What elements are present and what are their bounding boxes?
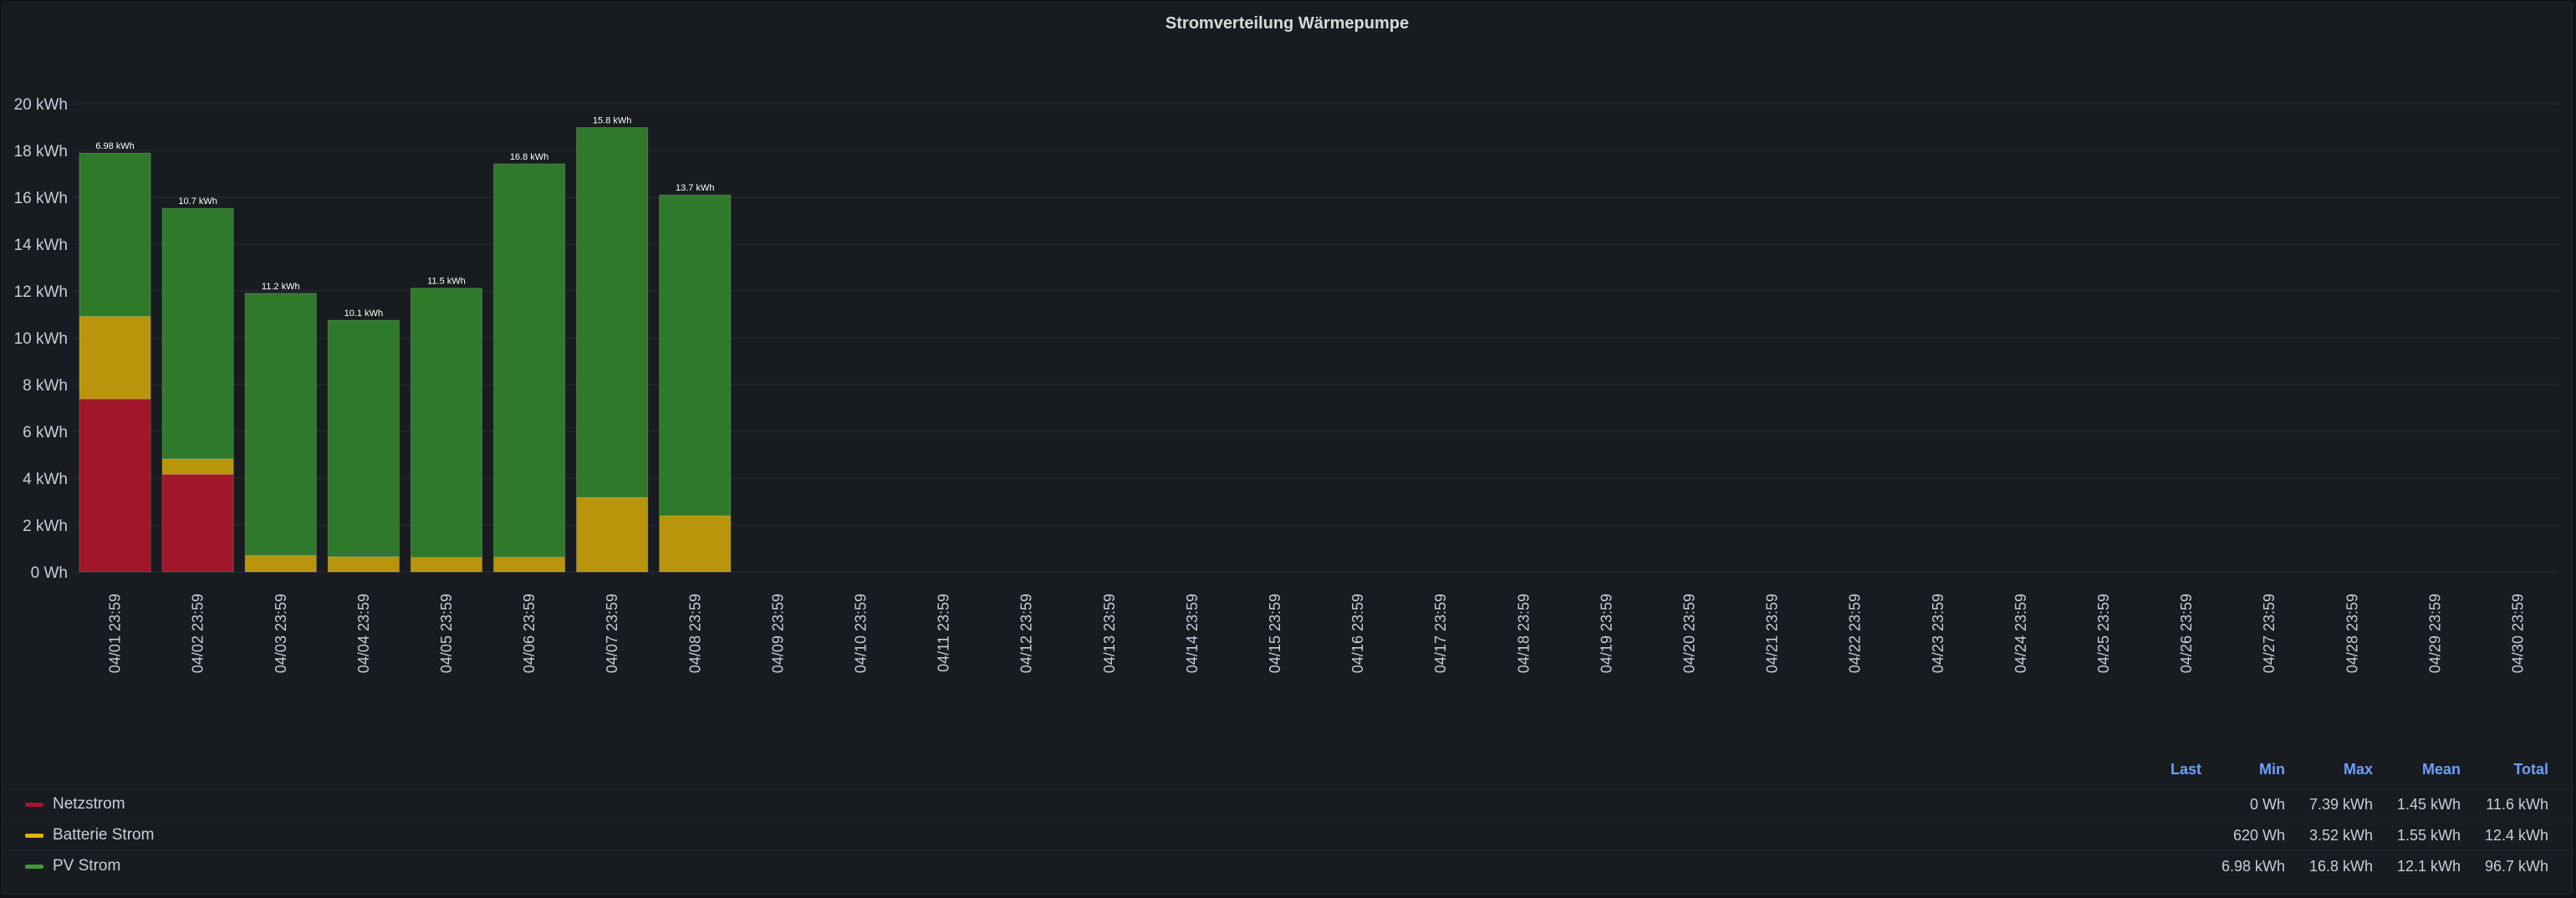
legend-max: 3.52 kWh: [2308, 827, 2373, 844]
y-tick-label: 18 kWh: [14, 143, 68, 161]
bar-batterie-strom: [79, 316, 151, 400]
x-tick-label: 04/08 23:59: [686, 594, 703, 673]
legend-header-min[interactable]: Min: [2227, 761, 2285, 778]
legend-mean: 1.45 kWh: [2396, 796, 2461, 813]
legend-header-mean[interactable]: Mean: [2402, 761, 2461, 778]
x-tick-label: 04/29 23:59: [2426, 594, 2443, 673]
bar-batterie-strom: [659, 515, 732, 573]
data-label: 13.7 kWh: [676, 183, 714, 193]
x-tick-label: 04/09 23:59: [769, 594, 786, 673]
legend-row-pv-strom[interactable]: PV Strom 6.98 kWh 16.8 kWh 12.1 kWh 96.7…: [3, 850, 2572, 882]
x-tick-label: 04/23 23:59: [1930, 594, 1946, 673]
x-tick-label: 04/21 23:59: [1764, 594, 1781, 673]
x-tick-label: 04/27 23:59: [2261, 594, 2278, 673]
y-tick-label: 4 kWh: [23, 471, 68, 488]
x-tick-label: 04/14 23:59: [1184, 594, 1201, 673]
y-tick-label: 6 kWh: [23, 424, 68, 441]
data-label: 10.7 kWh: [178, 196, 217, 207]
bar-pv-strom: [659, 194, 732, 517]
x-tick-label: 04/03 23:59: [273, 594, 289, 673]
bar-pv-strom: [327, 319, 400, 558]
data-label: 15.8 kWh: [593, 116, 631, 126]
legend-total: 96.7 kWh: [2484, 858, 2548, 875]
x-tick-label: 04/20 23:59: [1681, 594, 1697, 673]
x-tick-label: 04/26 23:59: [2178, 594, 2195, 673]
x-tick-label: 04/28 23:59: [2344, 594, 2360, 673]
x-tick-label: 04/25 23:59: [2095, 594, 2112, 673]
legend-header-total[interactable]: Total: [2490, 761, 2548, 778]
y-tick-label: 0 Wh: [31, 564, 68, 582]
bar-chart: 0 Wh 2 kWh 4 kWh 6 kWh 8 kWh 10 kWh 12 kWh 14 k…: [14, 96, 2559, 673]
x-tick-label: 04/02 23:59: [190, 594, 207, 673]
y-tick-label: 10 kWh: [14, 330, 68, 348]
y-tick-label: 8 kWh: [23, 377, 68, 395]
legend-total: 12.4 kWh: [2484, 827, 2548, 844]
bar-batterie-strom: [244, 554, 317, 573]
data-label: 16.8 kWh: [510, 152, 548, 162]
bar-batterie-strom: [327, 556, 400, 573]
pv-strom-color-swatch: [25, 865, 43, 869]
data-label: 11.2 kWh: [262, 282, 300, 292]
bar-pv-strom: [79, 152, 151, 318]
y-tick-label: 16 kWh: [14, 190, 68, 207]
data-label: 10.1 kWh: [344, 309, 383, 319]
bar-batterie-strom: [492, 556, 566, 573]
data-label: 11.5 kWh: [427, 277, 466, 287]
x-tick-label: 04/13 23:59: [1101, 594, 1118, 673]
legend-header-last[interactable]: Last: [2143, 761, 2201, 778]
data-label: 6.98 kWh: [95, 141, 134, 151]
legend-series-name[interactable]: Netzstrom: [53, 795, 125, 814]
bar-pv-strom: [492, 163, 566, 558]
bar-pv-strom: [410, 288, 483, 559]
legend-series-name[interactable]: PV Strom: [53, 857, 120, 875]
x-tick-label: 04/05 23:59: [438, 594, 455, 673]
legend-min: 0 Wh: [2249, 796, 2285, 813]
x-tick-label: 04/24 23:59: [2012, 594, 2029, 673]
y-tick-label: 12 kWh: [14, 283, 68, 301]
x-tick-label: 04/18 23:59: [1515, 594, 1532, 673]
x-tick-label: 04/06 23:59: [521, 594, 538, 673]
bar-pv-strom: [576, 127, 649, 498]
bar-batterie-strom: [410, 557, 483, 573]
legend-total: 11.6 kWh: [2486, 796, 2548, 813]
legend-max: 7.39 kWh: [2308, 796, 2373, 813]
x-tick-label: 04/19 23:59: [1598, 594, 1614, 673]
bar-netzstrom: [161, 473, 234, 573]
legend-row-batterie-strom[interactable]: Batterie Strom 620 Wh 3.52 kWh 1.55 kWh …: [3, 819, 2572, 851]
bar-netzstrom: [79, 398, 151, 573]
bar-batterie-strom: [576, 497, 649, 573]
batterie-strom-color-swatch: [25, 834, 43, 838]
legend-mean: 1.55 kWh: [2396, 827, 2461, 844]
legend-series-name[interactable]: Batterie Strom: [53, 826, 154, 844]
legend-max: 16.8 kWh: [2308, 858, 2373, 875]
x-tick-label: 04/30 23:59: [2509, 594, 2526, 673]
x-tick-label: 04/16 23:59: [1349, 594, 1366, 673]
bar-pv-strom: [161, 207, 234, 460]
chart-panel: Stromverteilung Wärmepumpe 0 Wh 2 kWh 4 kW…: [2, 2, 2573, 895]
x-tick-label: 04/07 23:59: [604, 594, 620, 673]
legend-min: 620 Wh: [2232, 827, 2285, 844]
x-tick-label: 04/15 23:59: [1267, 594, 1283, 673]
bar-batterie-strom: [161, 458, 234, 475]
legend-mean: 12.1 kWh: [2396, 858, 2461, 875]
y-tick-label: 2 kWh: [23, 518, 68, 535]
y-tick-label: 20 kWh: [14, 96, 68, 114]
x-tick-label: 04/17 23:59: [1432, 594, 1449, 673]
legend-header-max[interactable]: Max: [2314, 761, 2373, 778]
x-tick-label: 04/22 23:59: [1847, 594, 1864, 673]
legend-row-netzstrom[interactable]: Netzstrom 0 Wh 7.39 kWh 1.45 kWh 11.6 kW…: [3, 788, 2572, 820]
bar-pv-strom: [244, 293, 317, 556]
x-tick-label: 04/10 23:59: [852, 594, 869, 673]
netzstrom-color-swatch: [25, 803, 43, 807]
legend-min: 6.98 kWh: [2221, 858, 2285, 875]
x-tick-label: 04/12 23:59: [1018, 594, 1035, 673]
x-tick-label: 04/04 23:59: [355, 594, 372, 673]
x-tick-label: 04/11 23:59: [936, 594, 952, 672]
y-tick-label: 14 kWh: [14, 237, 68, 254]
x-tick-label: 04/01 23:59: [107, 594, 124, 673]
